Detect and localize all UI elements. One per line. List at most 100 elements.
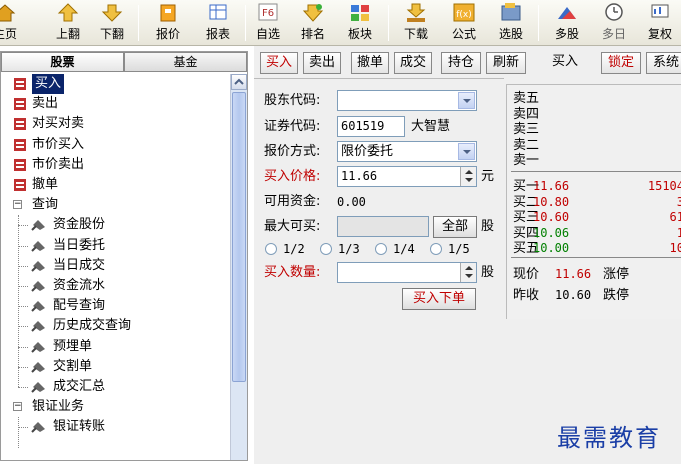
buy-qty-stepper[interactable] (460, 263, 476, 282)
tree-item[interactable]: 资金股份 (1, 215, 229, 235)
ratio-fifth-radio[interactable] (430, 243, 442, 255)
ratio-quarter-label: 1/4 (393, 242, 415, 256)
toolbar-separator (388, 5, 389, 41)
chevron-down-icon[interactable] (458, 143, 475, 160)
buy-level-row[interactable]: 买二 10.80 3 (513, 195, 681, 210)
tree-connector (18, 326, 28, 328)
tree-item[interactable]: 预埋单 (1, 337, 229, 357)
tab-trades[interactable]: 成交 (394, 52, 432, 74)
tab-buy[interactable]: 买入 (260, 52, 298, 74)
toolbar-formula-button[interactable]: f(x) 公式 (444, 1, 484, 45)
toolbar-sector-label: 板块 (347, 27, 372, 41)
query-item-icon (31, 279, 45, 293)
toolbar-stock-picker-button[interactable]: 选股 (490, 1, 532, 45)
ratio-third-radio[interactable] (320, 243, 332, 255)
tab-cancel[interactable]: 撤单 (351, 52, 389, 74)
buy-price-input[interactable]: 11.66 (337, 166, 477, 187)
buy-level-row[interactable]: 买三 10.60 61 (513, 210, 681, 225)
market-buy-icon (13, 138, 27, 152)
tree-item[interactable]: 配号查询 (1, 296, 229, 316)
query-item-icon (31, 239, 45, 253)
trade-area: 买入 卖出 撤单 成交 持仓 刷新 买入 锁定 系统 股东代码: 证券代码: 6… (254, 46, 681, 464)
tab-sell[interactable]: 卖出 (303, 52, 341, 74)
toolbar-sector-button[interactable]: 板块 (340, 1, 380, 45)
toolbar-page-up-button[interactable]: 上翻 (48, 1, 88, 45)
toolbar-favorites-button[interactable]: F6 自选 (250, 1, 286, 45)
tree-item[interactable]: 银证转账 (1, 417, 229, 437)
toolbar-multi-stock-button[interactable]: 多股 (546, 1, 588, 45)
tree-item-label: 成交汇总 (53, 379, 106, 394)
toolbar-adjust-button[interactable]: 复权 (640, 1, 680, 45)
tree-item[interactable]: 当日委托 (1, 236, 229, 256)
security-code-input[interactable]: 601519 (337, 116, 405, 137)
toolbar-page-up-label: 上翻 (55, 27, 80, 41)
tree-item[interactable]: 资金流水 (1, 276, 229, 296)
tree-item[interactable]: 成交汇总 (1, 377, 229, 397)
tree-item[interactable]: 撤单 (1, 175, 229, 195)
toolbar-multi-day-button[interactable]: 多日 (594, 1, 634, 45)
level2-quote-panel: 卖五 卖四 卖三 卖二 卖一 买一 11.66 15104 买二 10.80 3 买三 10.60 61… (506, 84, 681, 319)
security-name: 大智慧 (411, 119, 451, 134)
tab-positions[interactable]: 持仓 (441, 52, 481, 74)
scroll-up-arrow[interactable] (231, 74, 247, 90)
tree-item[interactable]: 市价买入 (1, 135, 229, 155)
level-price: 10.60 (533, 210, 570, 224)
ratio-half-radio[interactable] (265, 243, 277, 255)
current-price-label: 现价 (513, 267, 540, 282)
toolbar-quote-button[interactable]: 报价 (146, 1, 190, 45)
buy-level-row[interactable]: 买一 11.66 15104 (513, 179, 681, 194)
all-button[interactable]: 全部 (433, 216, 477, 238)
toolbar-home-button[interactable]: 主页 (0, 1, 20, 45)
toolbar-ranking-button[interactable]: 排名 (293, 1, 333, 45)
function-tree: 买入 卖出 对买对卖 市价买入 市价卖出 撤单 − 查询 资金股份 当日委托 当日成交 资金流水 配号查… (1, 74, 229, 460)
tree-item[interactable]: 当日成交 (1, 256, 229, 276)
buy-price-value: 11.66 (341, 169, 378, 183)
tree-item[interactable]: − 查询 (1, 195, 229, 215)
buy-level-row[interactable]: 买五 10.00 10 (513, 241, 681, 256)
tree-scrollbar[interactable] (230, 74, 247, 460)
tab-refresh[interactable]: 刷新 (486, 52, 526, 74)
quote-icon (160, 4, 176, 22)
toolbar-page-down-button[interactable]: 下翻 (92, 1, 132, 45)
buy-level-row[interactable]: 买四 10.06 1 (513, 226, 681, 241)
tree-item[interactable]: 卖出 (1, 94, 229, 114)
tab-stocks[interactable]: 股票 (1, 52, 124, 72)
holder-code-select[interactable] (337, 90, 477, 111)
tree-item[interactable]: 对买对卖 (1, 114, 229, 134)
tree-item[interactable]: 市价卖出 (1, 155, 229, 175)
buy-qty-input[interactable] (337, 262, 477, 283)
buy-price-stepper[interactable] (460, 167, 476, 186)
collapse-icon[interactable]: − (13, 402, 22, 412)
quote-method-select[interactable]: 限价委托 (337, 141, 477, 162)
download-icon (406, 3, 426, 22)
chevron-down-icon[interactable] (458, 92, 475, 109)
level-price: 10.80 (533, 194, 570, 209)
tree-item[interactable]: 交割单 (1, 357, 229, 377)
toolbar-report-button[interactable]: 报表 (196, 1, 240, 45)
share-unit: 股 (481, 219, 495, 234)
tree-item[interactable]: 买入 (1, 74, 229, 94)
tree-connector (18, 427, 28, 429)
level-label: 卖五 (513, 91, 540, 106)
tree-item-label: 预埋单 (53, 338, 93, 354)
submit-buy-order-button[interactable]: 买入下单 (402, 288, 476, 310)
scroll-thumb[interactable] (232, 92, 246, 382)
cancel-order-icon (13, 178, 27, 192)
multi-day-icon (605, 3, 623, 21)
tree-item[interactable]: − 银证业务 (1, 397, 229, 417)
toolbar-download-button[interactable]: 下载 (396, 1, 436, 45)
trade-tab-bar: 买入 卖出 撤单 成交 持仓 刷新 买入 锁定 系统 (254, 52, 681, 76)
max-buy-field (337, 216, 429, 237)
query-item-icon (31, 299, 45, 313)
toolbar-separator (538, 5, 539, 41)
level-label: 卖一 (513, 153, 540, 168)
tab-funds[interactable]: 基金 (124, 52, 247, 72)
home-icon (0, 4, 16, 22)
tree-item[interactable]: 历史成交查询 (1, 316, 229, 336)
ratio-quarter-radio[interactable] (375, 243, 387, 255)
level-volume: 1 (676, 225, 681, 240)
system-button[interactable]: 系统 (646, 52, 681, 74)
collapse-icon[interactable]: − (13, 200, 22, 210)
query-item-icon (31, 360, 45, 374)
lock-button[interactable]: 锁定 (601, 52, 641, 74)
